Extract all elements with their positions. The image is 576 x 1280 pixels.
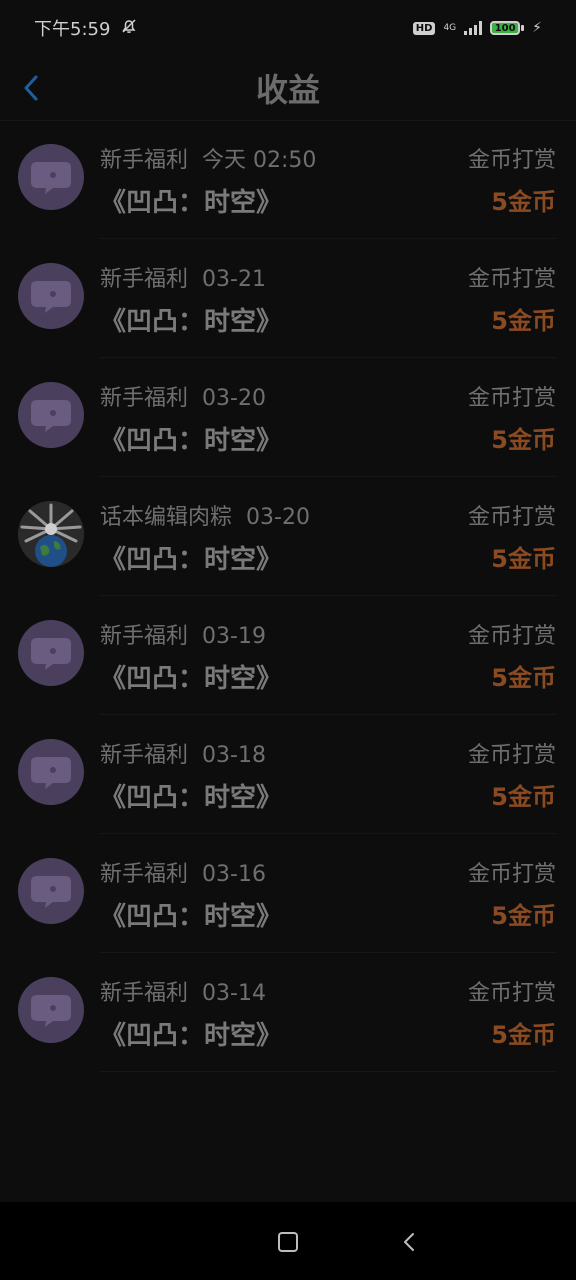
chat-bubble-icon <box>31 876 71 908</box>
row-date: 03-21 <box>202 267 266 292</box>
row-amount: 5金币 <box>491 426 556 454</box>
list-item[interactable]: 新手福利 今天 02:50 《凹凸：时空》 金币打赏 5金币 <box>0 120 576 239</box>
system-nav-bar <box>0 1202 576 1280</box>
row-type: 金币打赏 <box>467 743 556 768</box>
back-nav-icon[interactable] <box>398 1230 422 1254</box>
earnings-list: 新手福利 今天 02:50 《凹凸：时空》 金币打赏 5金币 新手福利 03-21 … <box>0 120 576 1072</box>
chat-bubble-icon <box>31 757 71 789</box>
list-item[interactable]: 新手福利 03-19 《凹凸：时空》 金币打赏 5金币 <box>0 596 576 715</box>
row-source: 新手福利 <box>100 148 189 173</box>
row-book-title: 《凹凸：时空》 <box>100 783 283 813</box>
chat-bubble-icon <box>31 162 71 194</box>
row-book-title: 《凹凸：时空》 <box>100 426 283 456</box>
row-type: 金币打赏 <box>467 386 556 411</box>
row-type: 金币打赏 <box>467 862 556 887</box>
row-source-line: 新手福利 03-20 <box>100 380 266 412</box>
row-date: 03-14 <box>202 981 266 1006</box>
list-item[interactable]: 话本编辑肉粽 03-20 《凹凸：时空》 金币打赏 5金币 <box>0 477 576 596</box>
row-amount: 5金币 <box>491 188 556 216</box>
row-date: 03-20 <box>202 386 266 411</box>
row-source-line: 新手福利 03-18 <box>100 737 266 769</box>
avatar <box>18 144 84 210</box>
earth-avatar-icon <box>18 501 84 567</box>
status-right: HD 4G 100 ⚡ <box>412 20 542 36</box>
app-header: 收益 <box>0 56 576 121</box>
home-button[interactable] <box>278 1232 298 1252</box>
row-source-line: 新手福利 03-16 <box>100 856 266 888</box>
chat-bubble-icon <box>31 638 71 670</box>
avatar <box>18 382 84 448</box>
row-source-line: 新手福利 03-19 <box>100 618 266 650</box>
row-book-title: 《凹凸：时空》 <box>100 664 283 694</box>
status-left: 下午5:59 <box>34 15 138 41</box>
row-amount: 5金币 <box>491 307 556 335</box>
mute-bell-icon <box>120 17 138 40</box>
back-button[interactable] <box>16 72 48 104</box>
battery-level: 100 <box>490 21 521 35</box>
row-book-title: 《凹凸：时空》 <box>100 902 283 932</box>
row-source-line: 新手福利 今天 02:50 <box>100 142 316 174</box>
hd-badge: HD <box>412 21 436 35</box>
avatar <box>18 620 84 686</box>
row-source-line: 话本编辑肉粽 03-20 <box>100 499 310 531</box>
chat-bubble-icon <box>31 281 71 313</box>
avatar <box>18 263 84 329</box>
row-book-title: 《凹凸：时空》 <box>100 188 283 218</box>
row-type: 金币打赏 <box>467 981 556 1006</box>
row-amount: 5金币 <box>491 783 556 811</box>
row-source-line: 新手福利 03-14 <box>100 975 266 1007</box>
row-type: 金币打赏 <box>467 505 556 530</box>
list-item[interactable]: 新手福利 03-14 《凹凸：时空》 金币打赏 5金币 <box>0 953 576 1072</box>
avatar <box>18 858 84 924</box>
chat-bubble-icon <box>31 400 71 432</box>
row-date: 03-18 <box>202 743 266 768</box>
row-amount: 5金币 <box>491 664 556 692</box>
row-source: 新手福利 <box>100 981 189 1006</box>
network-type: 4G <box>443 23 457 33</box>
row-source: 新手福利 <box>100 624 189 649</box>
row-source: 新手福利 <box>100 386 189 411</box>
row-source: 新手福利 <box>100 862 189 887</box>
page-title: 收益 <box>255 71 320 109</box>
back-arrow-icon <box>24 75 38 101</box>
row-source: 话本编辑肉粽 <box>100 505 233 530</box>
chat-bubble-icon <box>31 995 71 1027</box>
list-item[interactable]: 新手福利 03-16 《凹凸：时空》 金币打赏 5金币 <box>0 834 576 953</box>
row-source-line: 新手福利 03-21 <box>100 261 266 293</box>
row-date: 03-16 <box>202 862 266 887</box>
charging-icon: ⚡ <box>532 20 542 36</box>
list-item[interactable]: 新手福利 03-20 《凹凸：时空》 金币打赏 5金币 <box>0 358 576 477</box>
row-date: 03-19 <box>202 624 266 649</box>
row-book-title: 《凹凸：时空》 <box>100 1021 283 1051</box>
row-book-title: 《凹凸：时空》 <box>100 545 283 575</box>
row-source: 新手福利 <box>100 743 189 768</box>
avatar <box>18 739 84 805</box>
status-time: 下午5:59 <box>34 19 111 40</box>
row-amount: 5金币 <box>491 545 556 573</box>
row-type: 金币打赏 <box>467 267 556 292</box>
avatar <box>18 977 84 1043</box>
status-bar: 下午5:59 HD 4G 100 ⚡ <box>0 0 576 56</box>
row-source: 新手福利 <box>100 267 189 292</box>
divider <box>100 1071 556 1072</box>
battery-icon: 100 <box>490 21 525 35</box>
list-item[interactable]: 新手福利 03-18 《凹凸：时空》 金币打赏 5金币 <box>0 715 576 834</box>
list-item[interactable]: 新手福利 03-21 《凹凸：时空》 金币打赏 5金币 <box>0 239 576 358</box>
row-type: 金币打赏 <box>467 148 556 173</box>
row-date: 今天 02:50 <box>202 148 317 173</box>
signal-icon <box>464 21 483 35</box>
row-amount: 5金币 <box>491 902 556 930</box>
avatar <box>18 501 84 567</box>
row-date: 03-20 <box>246 505 310 530</box>
row-amount: 5金币 <box>491 1021 556 1049</box>
row-book-title: 《凹凸：时空》 <box>100 307 283 337</box>
row-type: 金币打赏 <box>467 624 556 649</box>
